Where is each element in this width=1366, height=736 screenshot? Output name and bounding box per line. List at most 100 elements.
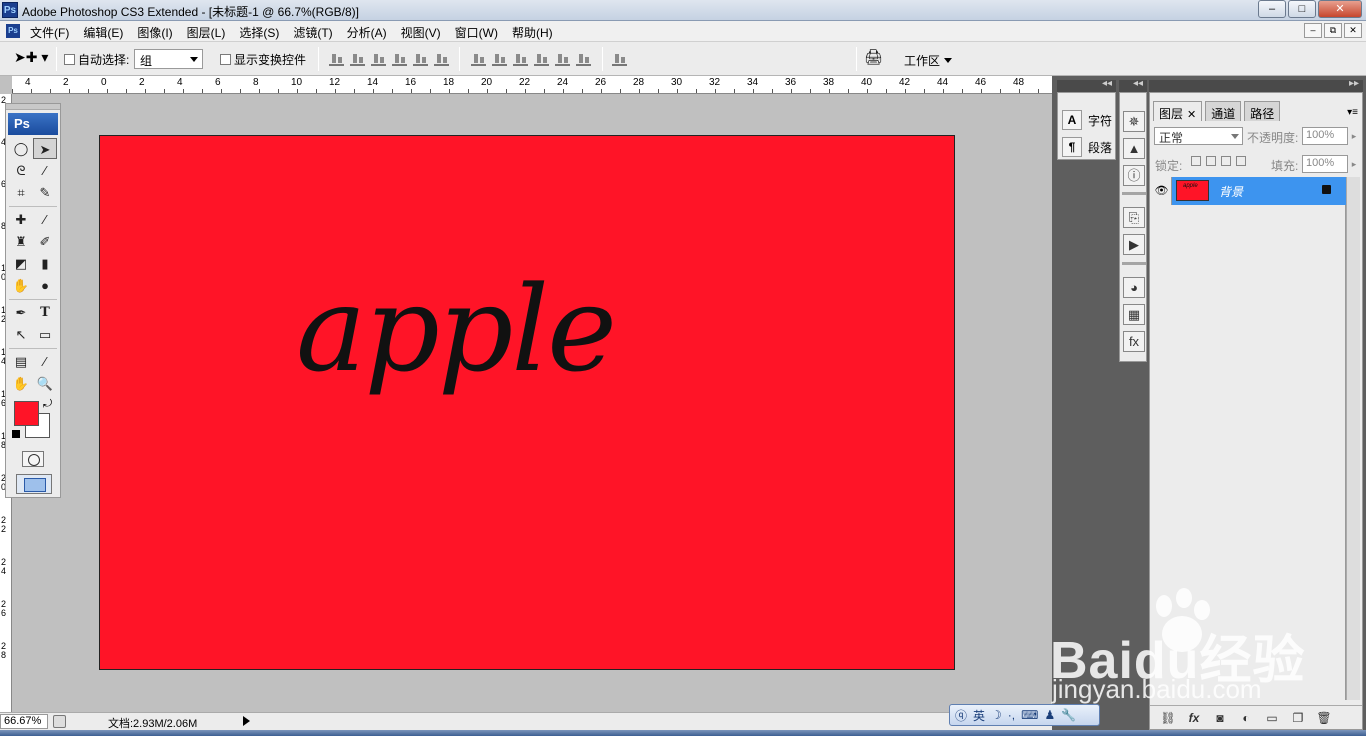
- layer-row-background[interactable]: 👁 apple 背景: [1152, 177, 1346, 205]
- align-left-icon[interactable]: [392, 51, 407, 66]
- path-select-icon[interactable]: ↖: [9, 324, 33, 345]
- ime-punctuation-icon[interactable]: ·,: [1008, 708, 1015, 722]
- align-bottom-icon[interactable]: [371, 51, 386, 66]
- menu-image[interactable]: 图像(I): [137, 24, 172, 41]
- move-tool-preset-icon[interactable]: ➤✚ ▾: [14, 49, 48, 66]
- default-colors-icon[interactable]: [12, 430, 20, 438]
- fill-slider-arrow-icon[interactable]: ▸: [1349, 155, 1359, 173]
- tab-paths[interactable]: 路径: [1244, 101, 1281, 121]
- navigator-icon[interactable]: [53, 715, 66, 728]
- blur-icon[interactable]: ✋: [9, 275, 33, 296]
- align-vcenter-icon[interactable]: [350, 51, 365, 66]
- auto-select-dropdown[interactable]: 组: [134, 49, 203, 69]
- menu-layer[interactable]: 图层(L): [187, 24, 226, 41]
- magic-wand-icon[interactable]: ⁄: [33, 160, 57, 181]
- document-canvas[interactable]: apple: [99, 135, 955, 670]
- align-right-icon[interactable]: [434, 51, 449, 66]
- distribute-bottom-icon[interactable]: [513, 51, 528, 66]
- tab-layers[interactable]: 图层 ✕: [1153, 101, 1203, 121]
- ime-keyboard-icon[interactable]: ⌨: [1021, 708, 1038, 722]
- menu-file[interactable]: 文件(F): [30, 24, 69, 41]
- fill-field[interactable]: 100%: [1302, 155, 1348, 173]
- menu-window[interactable]: 窗口(W): [455, 24, 498, 41]
- history-brush-icon[interactable]: ✐: [33, 231, 57, 252]
- auto-select-checkbox[interactable]: [64, 54, 75, 65]
- distribute-hcenter-icon[interactable]: [555, 51, 570, 66]
- ime-user-icon[interactable]: ♟: [1044, 708, 1055, 722]
- lasso-icon[interactable]: ᘓ: [9, 160, 33, 181]
- menu-edit[interactable]: 编辑(E): [83, 24, 123, 41]
- minimize-button[interactable]: ‒: [1258, 0, 1286, 18]
- swatches-panel-icon[interactable]: ▦: [1123, 304, 1145, 325]
- swap-colors-icon[interactable]: ⤾: [43, 398, 52, 411]
- healing-brush-icon[interactable]: ✚: [9, 209, 33, 230]
- fx-icon[interactable]: fx: [1186, 711, 1202, 725]
- maximize-button[interactable]: □: [1288, 0, 1316, 18]
- notes-icon[interactable]: ▤: [9, 351, 33, 372]
- ime-language-toggle[interactable]: 英: [973, 707, 985, 724]
- new-layer-icon[interactable]: ❐: [1290, 711, 1306, 725]
- dodge-icon[interactable]: ●: [33, 275, 57, 296]
- eye-icon[interactable]: 👁: [1152, 177, 1172, 205]
- slice-icon[interactable]: ✎: [33, 182, 57, 203]
- distribute-vcenter-icon[interactable]: [492, 51, 507, 66]
- char-panel-collapse-bar[interactable]: ◂◂: [1057, 78, 1116, 92]
- show-transform-checkbox[interactable]: [220, 54, 231, 65]
- actions-panel-icon[interactable]: ▶: [1123, 234, 1145, 255]
- history-panel-icon[interactable]: ⎘: [1123, 207, 1145, 228]
- adjustment-icon[interactable]: ◐: [1238, 711, 1254, 725]
- navigator-panel-icon[interactable]: ✵: [1123, 111, 1145, 132]
- align-hcenter-icon[interactable]: [413, 51, 428, 66]
- ellipse-marquee-icon[interactable]: ◯: [9, 138, 33, 159]
- zoom-icon[interactable]: 🔍: [33, 373, 57, 394]
- doc-minimize-button[interactable]: ‒: [1304, 23, 1322, 38]
- auto-align-layers-icon[interactable]: [612, 51, 627, 66]
- toolbox-header[interactable]: [6, 104, 60, 110]
- gradient-icon[interactable]: ▮: [33, 253, 57, 274]
- menu-view[interactable]: 视图(V): [401, 24, 441, 41]
- crop-icon[interactable]: ⌗: [9, 182, 33, 203]
- ruler-horizontal[interactable]: 4 2 0 2 4 6 8 10 12 14 16 18 20 22 24 26 28 30 32 34 36 38 40 4…: [12, 76, 1052, 94]
- brush-icon[interactable]: ⁄: [33, 209, 57, 230]
- histogram-panel-icon[interactable]: ▲: [1123, 138, 1145, 159]
- character-panel-button[interactable]: A 字符: [1062, 109, 1112, 131]
- screen-mode-button[interactable]: [16, 474, 52, 494]
- status-menu-arrow-icon[interactable]: [243, 716, 250, 726]
- opacity-field[interactable]: 100%: [1302, 127, 1348, 145]
- lock-transparent-icon[interactable]: [1191, 156, 1201, 166]
- canvas-text-layer[interactable]: apple: [296, 260, 617, 398]
- blend-mode-dropdown[interactable]: 正常: [1154, 127, 1243, 145]
- photoshop-app-icon[interactable]: Ps: [2, 2, 18, 18]
- quick-mask-button[interactable]: [22, 451, 44, 467]
- pen-icon[interactable]: ✒: [9, 302, 33, 323]
- icon-strip-collapse-bar[interactable]: ◂◂: [1119, 78, 1147, 92]
- layers-collapse-bar[interactable]: ▸▸: [1149, 78, 1363, 92]
- menu-analysis[interactable]: 分析(A): [347, 24, 387, 41]
- ime-logo-icon[interactable]: ⓠ: [955, 707, 967, 724]
- mask-icon[interactable]: ◙: [1212, 711, 1228, 725]
- ime-settings-icon[interactable]: 🔧: [1061, 708, 1076, 722]
- document-workarea[interactable]: apple: [12, 94, 1052, 714]
- eyedropper-icon[interactable]: ⁄: [33, 351, 57, 372]
- layer-name[interactable]: 背景: [1219, 183, 1243, 200]
- hand-icon[interactable]: ✋: [9, 373, 33, 394]
- menu-help[interactable]: 帮助(H): [512, 24, 553, 41]
- distribute-top-icon[interactable]: [471, 51, 486, 66]
- styles-panel-icon[interactable]: fx: [1123, 331, 1145, 352]
- layers-scrollbar[interactable]: [1346, 177, 1360, 700]
- distribute-left-icon[interactable]: [534, 51, 549, 66]
- ime-halfwidth-icon[interactable]: ☽: [991, 708, 1002, 722]
- trash-icon[interactable]: 🗑: [1316, 711, 1332, 725]
- document-icon[interactable]: Ps: [6, 24, 20, 38]
- align-top-icon[interactable]: [329, 51, 344, 66]
- doc-close-button[interactable]: ✕: [1344, 23, 1362, 38]
- distribute-right-icon[interactable]: [576, 51, 591, 66]
- lock-image-icon[interactable]: [1206, 156, 1216, 166]
- workspace-dropdown[interactable]: 工作区: [896, 49, 960, 69]
- clone-stamp-icon[interactable]: ♜: [9, 231, 33, 252]
- tab-channels[interactable]: 通道: [1205, 101, 1242, 121]
- doc-restore-button[interactable]: ⧉: [1324, 23, 1342, 38]
- foreground-color-swatch[interactable]: [14, 401, 39, 426]
- menu-filter[interactable]: 滤镜(T): [293, 24, 332, 41]
- lock-all-icon[interactable]: [1236, 156, 1246, 166]
